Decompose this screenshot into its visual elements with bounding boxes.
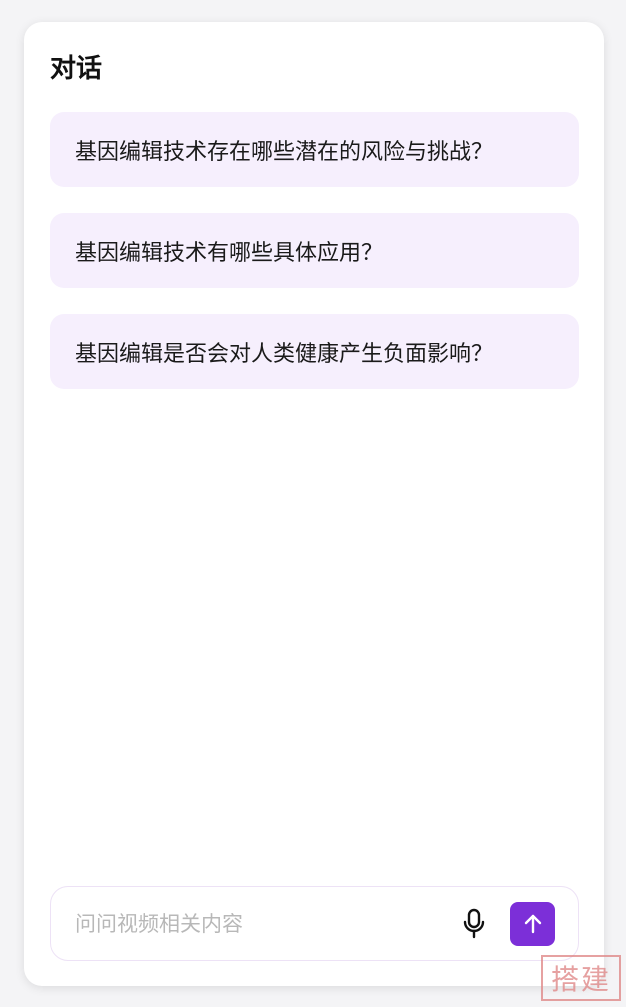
chat-input[interactable]	[75, 911, 460, 936]
suggestion-item[interactable]: 基因编辑技术有哪些具体应用？	[50, 213, 579, 288]
suggestion-item[interactable]: 基因编辑是否会对人类健康产生负面影响？	[50, 314, 579, 389]
microphone-icon-svg	[463, 908, 485, 938]
watermark-stamp: 搭建	[541, 955, 621, 1001]
chat-panel: 对话 基因编辑技术存在哪些潜在的风险与挑战？ 基因编辑技术有哪些具体应用？ 基因…	[24, 22, 604, 986]
page-title: 对话	[50, 54, 103, 84]
suggestion-item[interactable]: 基因编辑技术存在哪些潜在的风险与挑战？	[50, 112, 579, 187]
chat-input-bar	[50, 886, 579, 961]
send-button[interactable]	[510, 901, 555, 946]
suggestion-list: 基因编辑技术存在哪些潜在的风险与挑战？ 基因编辑技术有哪些具体应用？ 基因编辑是…	[50, 112, 579, 415]
arrow-up-icon	[524, 914, 541, 933]
microphone-icon[interactable]	[460, 908, 488, 940]
